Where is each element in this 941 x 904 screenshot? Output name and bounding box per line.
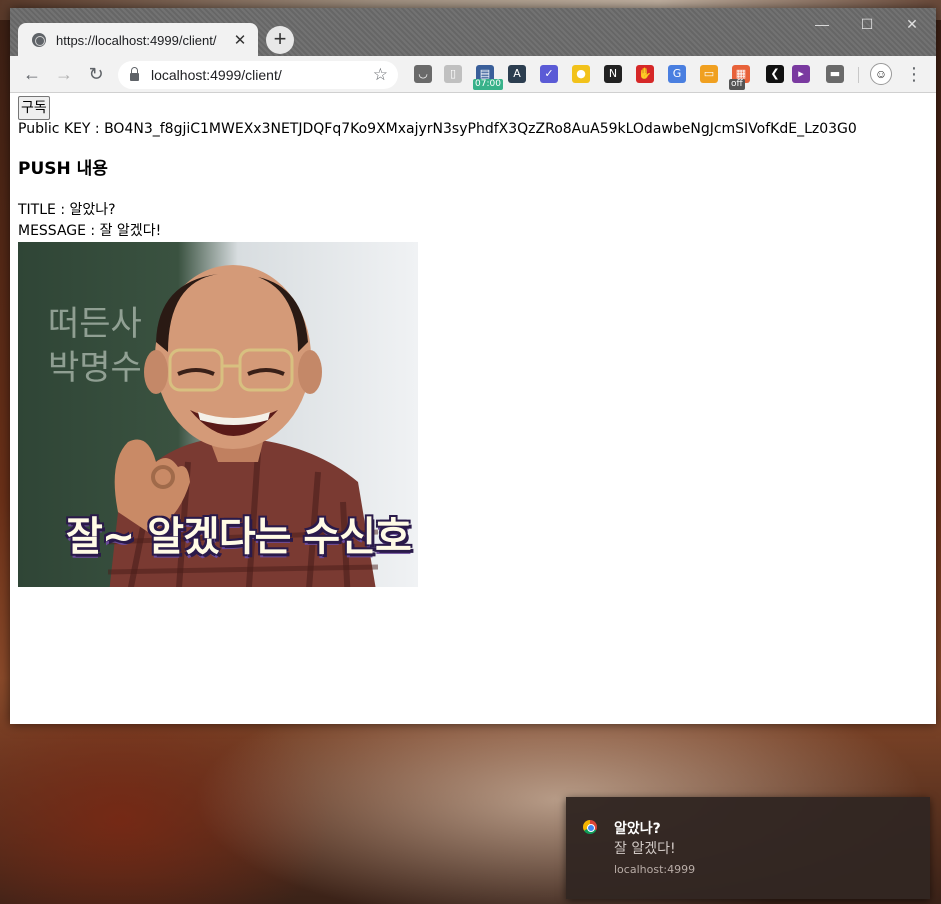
folder-icon[interactable]: ▭ (700, 65, 718, 83)
chrome-icon (583, 820, 597, 834)
tab-title: https://localhost:4999/client/ (56, 32, 217, 48)
reload-button[interactable]: ↻ (83, 62, 109, 88)
globe-icon (32, 33, 46, 47)
push-image: 떠든사 박명수 잘~ 알겠다는 수신호 (18, 242, 418, 587)
profile-avatar[interactable]: ☺ (870, 63, 892, 85)
close-window-button[interactable]: ✕ (890, 14, 934, 38)
toolbar-separator (858, 67, 859, 83)
stop-hand-icon[interactable]: ✋ (636, 65, 654, 83)
timer-badge: 07:00 (473, 79, 503, 90)
browser-tab[interactable]: https://localhost:4999/client/ ✕ (18, 23, 258, 57)
check-extension-icon[interactable]: ✓ (540, 65, 558, 83)
notification-title: 알았나? (614, 821, 661, 837)
title-bar: https://localhost:4999/client/ ✕ + — ☐ ✕ (10, 8, 936, 57)
back-button[interactable]: ← (19, 62, 45, 88)
push-title-text: TITLE : 알았나? (18, 202, 116, 218)
push-notification[interactable]: 알았나? 잘 알겠다! localhost:4999 (566, 797, 930, 899)
pocket-icon[interactable]: ◡ (414, 65, 432, 83)
push-message-text: MESSAGE : 잘 알겠다! (18, 223, 162, 239)
off-extension-badge: off (729, 79, 745, 90)
url-text[interactable]: localhost:4999/client/ (151, 67, 373, 83)
notion-icon[interactable]: N (604, 65, 622, 83)
yellow-circle-icon[interactable]: ● (572, 65, 590, 83)
screen-icon[interactable]: ▬ (826, 65, 844, 83)
tab-close-icon[interactable]: ✕ (232, 31, 248, 49)
address-bar[interactable]: localhost:4999/client/ ☆ (118, 61, 398, 89)
subscribe-button[interactable]: 구독 (18, 96, 50, 120)
image-caption: 잘~ 알겠다는 수신호 (66, 514, 412, 560)
chevron-left-icon[interactable]: ❮ (766, 65, 784, 83)
browser-toolbar: ← → ↻ localhost:4999/client/ ☆ ◡ ▯ ▤ 07:00 A… (10, 56, 936, 93)
mouse-icon[interactable]: ▯ (444, 65, 462, 83)
translate-icon[interactable]: G (668, 65, 686, 83)
a-extension-icon[interactable]: A (508, 65, 526, 83)
bookmark-star-icon[interactable]: ☆ (373, 65, 388, 85)
browser-window: https://localhost:4999/client/ ✕ + — ☐ ✕… (10, 8, 936, 724)
minimize-button[interactable]: — (800, 14, 844, 38)
flag-icon[interactable]: ▸ (792, 65, 810, 83)
notification-origin: localhost:4999 (614, 863, 696, 876)
forward-button[interactable]: → (51, 62, 77, 88)
new-tab-button[interactable]: + (266, 26, 294, 54)
lock-icon[interactable] (130, 67, 139, 81)
menu-icon[interactable]: ⋮ (901, 62, 927, 88)
page-content: 구독 Public KEY : BO4N3_f8gjiC1MWEXx3NETJD… (10, 94, 936, 724)
public-key-text: Public KEY : BO4N3_f8gjiC1MWEXx3NETJDQFq… (18, 121, 857, 137)
push-heading: PUSH 내용 (18, 159, 108, 179)
maximize-button[interactable]: ☐ (845, 14, 889, 38)
notification-message: 잘 알겠다! (614, 841, 676, 857)
